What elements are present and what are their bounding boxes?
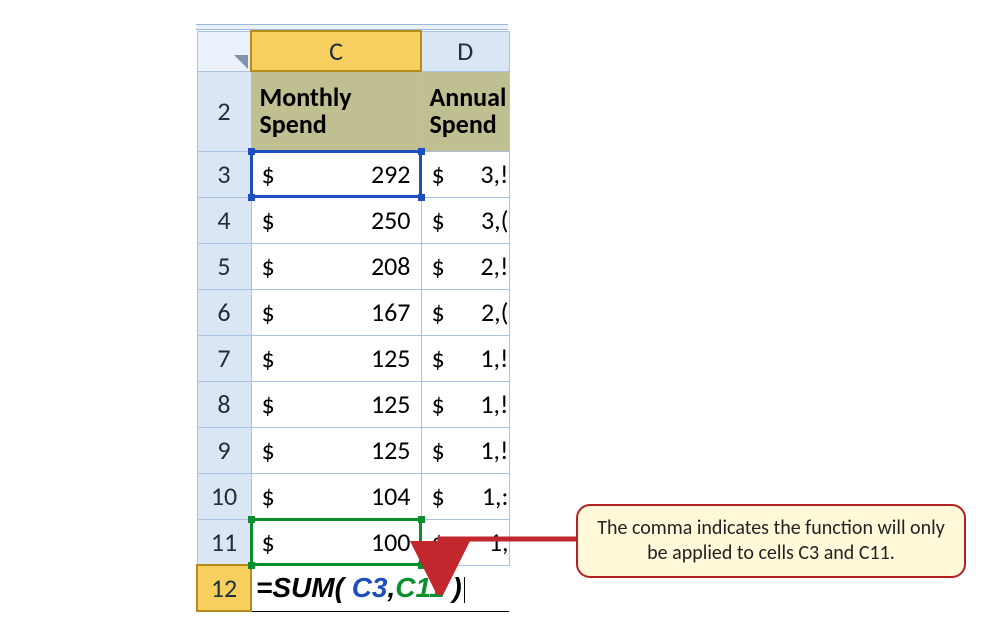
cell-c7[interactable]: $125 bbox=[251, 335, 421, 381]
row-header-11[interactable]: 11 bbox=[197, 519, 251, 565]
cell-value: 292 bbox=[371, 158, 411, 190]
formula-close-paren: ) bbox=[452, 572, 461, 603]
row-header-10[interactable]: 10 bbox=[197, 473, 251, 519]
cell-c5[interactable]: $208 bbox=[251, 243, 421, 289]
row-header-9[interactable]: 9 bbox=[197, 427, 251, 473]
row-4: 4 $250 $3,( bbox=[197, 197, 509, 243]
row-8: 8 $125 $1,! bbox=[197, 381, 509, 427]
row-7: 7 $125 $1,! bbox=[197, 335, 509, 381]
column-header-row: C D bbox=[197, 31, 509, 71]
column-header-d[interactable]: D bbox=[421, 31, 509, 71]
cell-c2[interactable]: Monthly Spend bbox=[251, 71, 421, 151]
cell-c12-formula-editing[interactable]: =SUM( C3,C11 ) bbox=[251, 565, 509, 611]
formula-open-paren: ( bbox=[335, 572, 344, 603]
row-10: 10 $104 $1,: bbox=[197, 473, 509, 519]
cell-value: 3,! bbox=[480, 158, 508, 190]
formula-ref-c11: C11 bbox=[395, 572, 444, 603]
cell-d7[interactable]: $1,! bbox=[421, 335, 509, 381]
cell-d8[interactable]: $1,! bbox=[421, 381, 509, 427]
cell-d4[interactable]: $3,( bbox=[421, 197, 509, 243]
cell-c6[interactable]: $167 bbox=[251, 289, 421, 335]
row-11: 11 $ 100 $1, bbox=[197, 519, 509, 565]
row-header-8[interactable]: 8 bbox=[197, 381, 251, 427]
spreadsheet-fragment: C D 2 Monthly Spend Annual Spend 3 $ 292… bbox=[196, 24, 508, 612]
cell-c3[interactable]: $ 292 bbox=[251, 151, 421, 197]
row-header-2[interactable]: 2 bbox=[197, 71, 251, 151]
cell-c9[interactable]: $125 bbox=[251, 427, 421, 473]
row-3: 3 $ 292 $ 3,! bbox=[197, 151, 509, 197]
select-all-triangle[interactable] bbox=[197, 31, 251, 71]
cell-d2[interactable]: Annual Spend bbox=[421, 71, 509, 151]
cell-c8[interactable]: $125 bbox=[251, 381, 421, 427]
row-header-6[interactable]: 6 bbox=[197, 289, 251, 335]
formula-ref-c3: C3 bbox=[352, 572, 388, 603]
currency-symbol: $ bbox=[262, 526, 275, 558]
row-6: 6 $167 $2,( bbox=[197, 289, 509, 335]
formula-function-name: SUM bbox=[272, 572, 334, 603]
cell-c11[interactable]: $ 100 bbox=[251, 519, 421, 565]
row-2: 2 Monthly Spend Annual Spend bbox=[197, 71, 509, 151]
cell-d6[interactable]: $2,( bbox=[421, 289, 509, 335]
row-header-7[interactable]: 7 bbox=[197, 335, 251, 381]
row-12: 12 =SUM( C3,C11 ) bbox=[197, 565, 509, 611]
row-header-5[interactable]: 5 bbox=[197, 243, 251, 289]
cell-d5[interactable]: $2,! bbox=[421, 243, 509, 289]
row-header-12[interactable]: 12 bbox=[197, 565, 251, 611]
cell-value: 100 bbox=[371, 526, 411, 558]
cell-d10[interactable]: $1,: bbox=[421, 473, 509, 519]
currency-symbol: $ bbox=[432, 158, 445, 190]
annotation-callout: The comma indicates the function will on… bbox=[576, 504, 966, 578]
spreadsheet-grid[interactable]: C D 2 Monthly Spend Annual Spend 3 $ 292… bbox=[196, 30, 510, 612]
formula-equals: = bbox=[256, 572, 272, 603]
cell-d3[interactable]: $ 3,! bbox=[421, 151, 509, 197]
row-9: 9 $125 $1,! bbox=[197, 427, 509, 473]
cell-c10[interactable]: $104 bbox=[251, 473, 421, 519]
cell-d11[interactable]: $1, bbox=[421, 519, 509, 565]
currency-symbol: $ bbox=[262, 158, 275, 190]
text-cursor-icon bbox=[464, 577, 465, 603]
cell-c4[interactable]: $250 bbox=[251, 197, 421, 243]
cell-d9[interactable]: $1,! bbox=[421, 427, 509, 473]
row-5: 5 $208 $2,! bbox=[197, 243, 509, 289]
row-header-4[interactable]: 4 bbox=[197, 197, 251, 243]
column-header-c[interactable]: C bbox=[251, 31, 421, 71]
row-header-3[interactable]: 3 bbox=[197, 151, 251, 197]
